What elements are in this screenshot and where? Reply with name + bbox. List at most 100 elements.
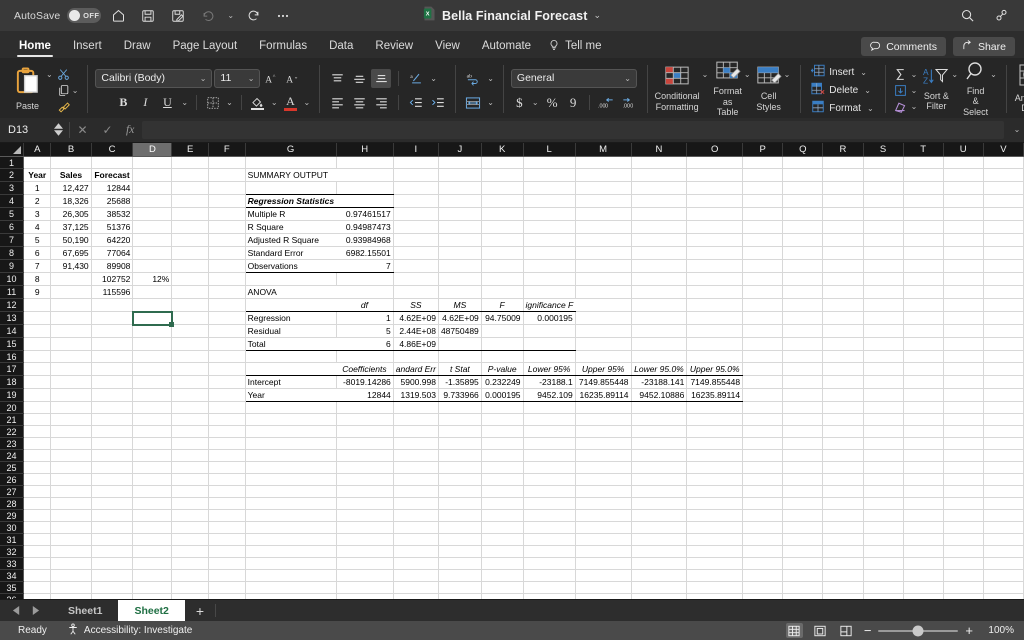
cell-K2[interactable] <box>481 168 524 182</box>
cell-G24[interactable] <box>245 449 337 462</box>
cell-P18[interactable] <box>742 375 784 389</box>
cell-N12[interactable] <box>631 298 688 312</box>
cell-C31[interactable] <box>91 533 134 546</box>
cell-J22[interactable] <box>438 425 482 438</box>
cell-D17[interactable] <box>132 362 173 376</box>
cell-D35[interactable] <box>132 581 173 594</box>
cell-K27[interactable] <box>481 485 524 498</box>
cell-A17[interactable] <box>23 362 52 376</box>
cell-K15[interactable] <box>481 337 524 351</box>
column-header-n[interactable]: N <box>631 142 688 157</box>
row-header-34[interactable]: 34 <box>0 569 25 582</box>
cell-J13[interactable]: 4.62E+09 <box>438 311 482 325</box>
cell-P2[interactable] <box>742 168 784 182</box>
cell-V25[interactable] <box>983 461 1024 474</box>
cell-L16[interactable] <box>523 350 576 363</box>
cell-A4[interactable]: 2 <box>23 194 52 208</box>
cell-H13[interactable]: 1 <box>336 311 394 325</box>
cell-T28[interactable] <box>903 497 944 510</box>
cell-R9[interactable] <box>822 259 864 273</box>
cell-F14[interactable] <box>208 324 246 338</box>
cell-L21[interactable] <box>523 413 576 426</box>
cell-A13[interactable] <box>23 311 52 325</box>
cell-L1[interactable] <box>523 156 576 169</box>
cell-N35[interactable] <box>631 581 688 594</box>
cell-A29[interactable] <box>23 509 52 522</box>
sheet-nav-arrows[interactable] <box>0 600 52 621</box>
cell-C10[interactable]: 102752 <box>91 272 134 286</box>
cut-icon[interactable] <box>57 68 70 81</box>
cell-C17[interactable] <box>91 362 134 376</box>
cell-R28[interactable] <box>822 497 864 510</box>
cell-M21[interactable] <box>575 413 632 426</box>
cell-U7[interactable] <box>943 233 984 247</box>
cell-U12[interactable] <box>943 298 984 312</box>
cell-G36[interactable] <box>245 593 337 599</box>
cell-C36[interactable] <box>91 593 134 599</box>
cell-V9[interactable] <box>983 259 1024 273</box>
cell-K6[interactable] <box>481 220 524 234</box>
cell-U25[interactable] <box>943 461 984 474</box>
cell-M2[interactable] <box>575 168 632 182</box>
cell-V12[interactable] <box>983 298 1024 312</box>
cell-H9[interactable]: 7 <box>336 259 394 273</box>
row-header-8[interactable]: 8 <box>0 246 25 260</box>
normal-view-icon[interactable] <box>785 623 803 638</box>
cell-L34[interactable] <box>523 569 576 582</box>
cell-H8[interactable]: 6982.15501 <box>336 246 394 260</box>
cell-J3[interactable] <box>438 181 482 195</box>
cell-U14[interactable] <box>943 324 984 338</box>
cell-L4[interactable] <box>523 194 576 208</box>
column-header-g[interactable]: G <box>245 142 337 157</box>
cell-H2[interactable] <box>336 168 394 182</box>
cell-L3[interactable] <box>523 181 576 195</box>
cell-H33[interactable] <box>336 557 394 570</box>
cell-D3[interactable] <box>132 181 173 195</box>
cell-F19[interactable] <box>208 388 246 402</box>
cell-J2[interactable] <box>438 168 482 182</box>
cell-J1[interactable] <box>438 156 482 169</box>
cell-T22[interactable] <box>903 425 944 438</box>
cell-B18[interactable] <box>50 375 92 389</box>
cell-R36[interactable] <box>822 593 864 599</box>
cell-H35[interactable] <box>336 581 394 594</box>
cell-C3[interactable]: 12844 <box>91 181 134 195</box>
cell-T35[interactable] <box>903 581 944 594</box>
cell-O15[interactable] <box>686 337 744 351</box>
cell-L11[interactable] <box>523 285 576 299</box>
cell-P22[interactable] <box>742 425 784 438</box>
cell-H18[interactable]: -8019.14286 <box>336 375 394 389</box>
cell-O24[interactable] <box>686 449 744 462</box>
name-box-spinner[interactable] <box>52 123 69 136</box>
cell-D30[interactable] <box>132 521 173 534</box>
row-header-18[interactable]: 18 <box>0 375 25 389</box>
cell-T29[interactable] <box>903 509 944 522</box>
cell-G10[interactable] <box>245 272 337 286</box>
row-header-2[interactable]: 2 <box>0 168 25 182</box>
delete-chevron-icon[interactable]: ⌄ <box>862 86 873 95</box>
cell-S13[interactable] <box>863 311 904 325</box>
cell-S14[interactable] <box>863 324 904 338</box>
cell-K5[interactable] <box>481 207 524 221</box>
cell-N10[interactable] <box>631 272 688 286</box>
decrease-font-size-icon[interactable]: A ⌄ <box>283 69 302 88</box>
cell-M27[interactable] <box>575 485 632 498</box>
cell-S30[interactable] <box>863 521 904 534</box>
comments-button[interactable]: Comments <box>861 37 946 56</box>
cell-M3[interactable] <box>575 181 632 195</box>
cell-D15[interactable] <box>132 337 173 351</box>
cell-B8[interactable]: 67,695 <box>50 246 92 260</box>
cell-V35[interactable] <box>983 581 1024 594</box>
cell-V36[interactable] <box>983 593 1024 599</box>
cell-H7[interactable]: 0.93984968 <box>336 233 394 247</box>
cell-I7[interactable] <box>393 233 439 247</box>
cell-K36[interactable] <box>481 593 524 599</box>
cell-S25[interactable] <box>863 461 904 474</box>
cell-R16[interactable] <box>822 350 864 363</box>
font-size-select[interactable]: 11 ⌄ <box>214 68 261 88</box>
cell-P10[interactable] <box>742 272 784 286</box>
cell-J30[interactable] <box>438 521 482 534</box>
cell-V18[interactable] <box>983 375 1024 389</box>
cell-U5[interactable] <box>943 207 984 221</box>
cell-R17[interactable] <box>822 362 864 376</box>
